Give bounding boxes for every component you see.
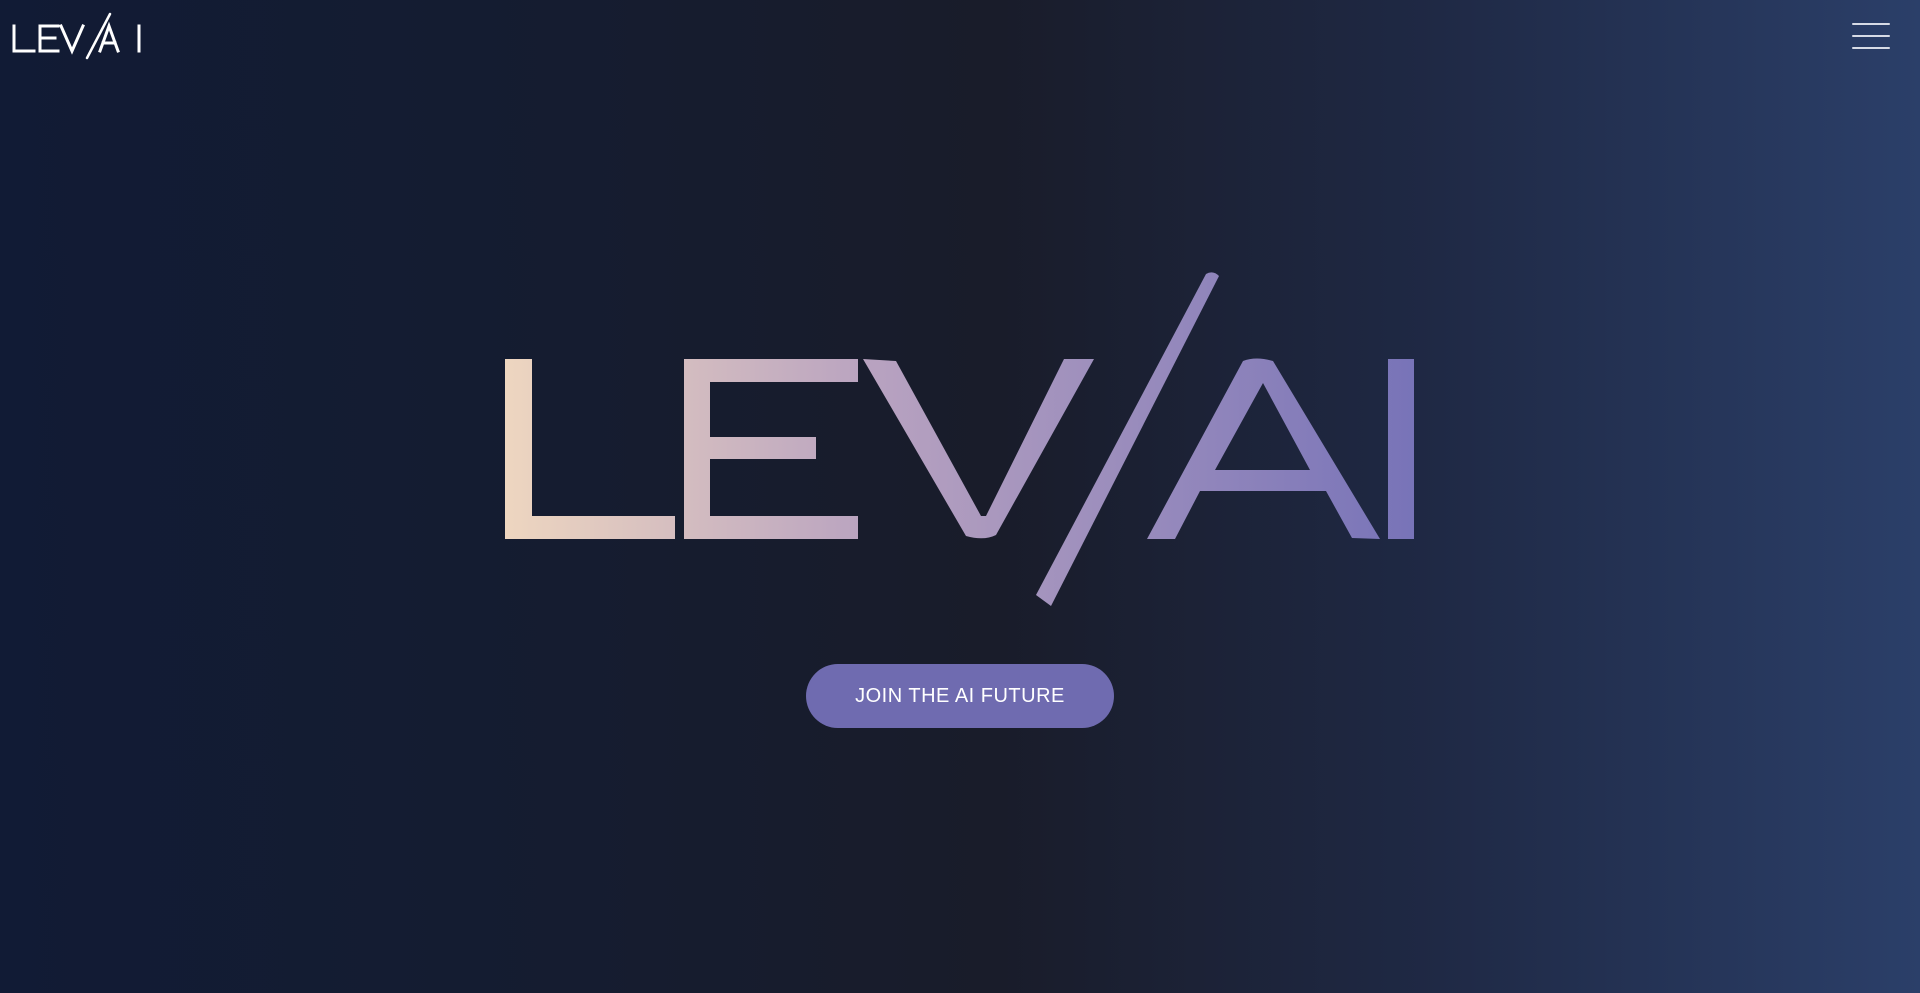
hero-letter-v: [863, 359, 1094, 539]
hero-letter-e: [684, 359, 858, 539]
top-nav-bar: [0, 0, 1920, 80]
menu-line: [1852, 23, 1890, 25]
hero-letter-i: [1388, 359, 1414, 539]
hero-letter-a: [1147, 358, 1380, 539]
join-ai-future-button[interactable]: JOIN THE AI FUTURE: [806, 664, 1114, 728]
menu-line: [1852, 47, 1890, 49]
brand-logo-icon: [12, 12, 141, 60]
hero-logo: [490, 262, 1430, 612]
hero-logo-wordmark: [505, 272, 1414, 606]
brand-logo-link[interactable]: [12, 12, 142, 62]
hamburger-menu-icon[interactable]: [1848, 20, 1892, 54]
menu-line: [1852, 35, 1890, 37]
hero-letter-l: [505, 359, 675, 539]
hero-slash: [1036, 272, 1219, 606]
